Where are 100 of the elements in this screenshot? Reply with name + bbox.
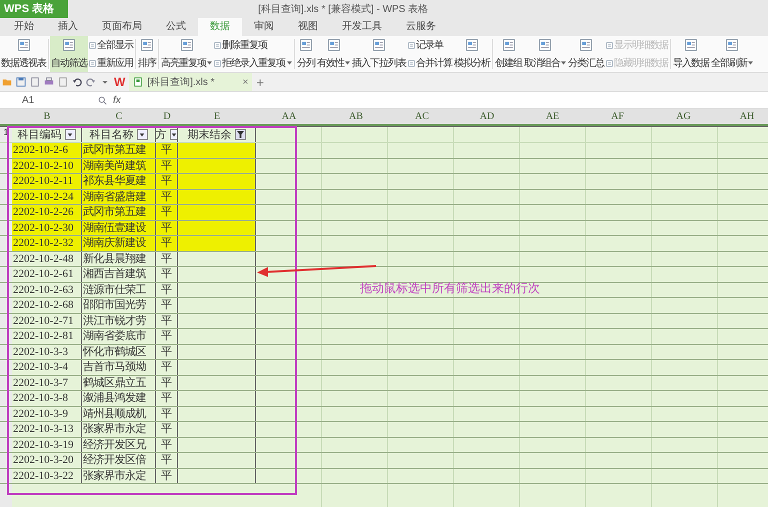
filter-button[interactable] <box>64 129 76 140</box>
list-icon <box>89 60 96 66</box>
document-icon[interactable] <box>30 77 40 87</box>
undo-icon[interactable] <box>72 77 82 87</box>
table-cell: 平 <box>156 438 178 452</box>
filter-button[interactable] <box>234 129 246 140</box>
caret-icon <box>139 132 145 138</box>
column-header[interactable]: D <box>156 109 178 124</box>
menu-tab[interactable]: 插入 <box>46 18 90 36</box>
table-cell: 张家界市永定 <box>82 468 156 483</box>
table-cell: 平 <box>156 236 178 250</box>
list-icon <box>606 42 613 48</box>
menu-tab[interactable]: 公式 <box>154 18 198 36</box>
table-cell: 2202-10-3-3 <box>12 344 82 359</box>
ribbon-button[interactable]: 数据透视表 <box>0 36 47 72</box>
table-cell: 2202-10-2-30 <box>12 220 82 235</box>
printer-icon[interactable] <box>44 77 54 87</box>
table-cell: 平 <box>156 174 178 188</box>
menu-tab[interactable]: 审阅 <box>242 18 286 36</box>
table-cell: 平 <box>156 453 178 468</box>
table-cell: 2202-10-2-81 <box>12 329 82 344</box>
menu-tab[interactable]: 云服务 <box>394 18 448 36</box>
ribbon-button[interactable]: 删除重复项 <box>213 38 293 52</box>
column-header[interactable]: E <box>178 109 256 124</box>
table-cell: 武冈市第五建 <box>82 143 156 158</box>
table-cell: 鹤城区鼎立五 <box>82 376 156 390</box>
column-header[interactable]: C <box>82 109 156 124</box>
table-cell: 湘西吉首建筑 <box>82 267 156 282</box>
filter-button[interactable] <box>170 129 177 140</box>
table-cell: 2202-10-2-61 <box>12 267 82 282</box>
column-header[interactable]: AG <box>650 109 717 124</box>
table-cell: 平 <box>156 344 178 359</box>
ribbon-button[interactable]: 创建组 <box>494 36 523 72</box>
column-header[interactable]: AH <box>717 109 768 124</box>
ribbon-button[interactable]: 取消组合 <box>523 36 567 72</box>
table-cell: 湖南庆新建设 <box>82 236 156 250</box>
table-cell: 2202-10-3-19 <box>12 438 82 452</box>
ribbon-button[interactable]: 高亮重复项 <box>160 36 213 72</box>
column-header[interactable]: AE <box>520 109 585 124</box>
column-header[interactable]: B <box>12 109 82 124</box>
caret-icon <box>287 61 292 65</box>
ribbon-button[interactable]: 记录单 <box>407 38 453 52</box>
column-header[interactable]: AC <box>390 109 454 124</box>
annotation-text: 拖动鼠标选中所有筛选出来的行次 <box>360 280 540 297</box>
menu-tab[interactable]: 视图 <box>286 18 330 36</box>
caret-icon <box>561 61 566 65</box>
table-cell: 平 <box>156 298 178 312</box>
table-cell: 邵阳市国光劳 <box>82 298 156 312</box>
menu-tab[interactable]: 开发工具 <box>330 18 394 36</box>
ribbon-button[interactable]: 重新应用 <box>88 56 134 70</box>
search-icon[interactable] <box>98 96 107 104</box>
ribbon-button[interactable]: 模拟分析 <box>453 36 491 72</box>
caret-icon <box>170 132 176 138</box>
table-cell: 涟源市仕荣工 <box>82 282 156 297</box>
menu-tab[interactable]: 数据 <box>198 18 242 36</box>
new-tab-button[interactable]: + <box>256 74 264 90</box>
ribbon-button[interactable]: 拒绝录入重复项 <box>213 56 293 70</box>
ribbon-button[interactable]: 插入下拉列表 <box>351 36 407 72</box>
save-icon[interactable] <box>16 77 26 87</box>
filter-button[interactable] <box>136 129 148 140</box>
list-icon <box>89 42 96 48</box>
app-logo[interactable]: W <box>114 75 126 89</box>
table-cell: 2202-10-3-22 <box>12 468 82 483</box>
ribbon-button[interactable]: 分列 <box>296 36 316 72</box>
column-header[interactable]: AB <box>322 109 390 124</box>
ribbon-button[interactable]: 有效性 <box>316 36 351 72</box>
ribbon-button[interactable]: 导入数据 <box>672 36 710 72</box>
list-icon <box>408 60 415 66</box>
table-cell: 湖南美尚建筑 <box>82 158 156 173</box>
table-cell: 2202-10-2-63 <box>12 282 82 297</box>
redo-icon[interactable] <box>86 77 96 87</box>
table-cell: 平 <box>156 282 178 297</box>
ribbon-button[interactable]: 自动筛选 <box>50 36 88 72</box>
spreadsheet-icon <box>133 77 144 87</box>
list-icon <box>214 42 221 48</box>
table-cell: 2202-10-2-6 <box>12 143 82 158</box>
function-button[interactable]: fx <box>113 94 121 106</box>
close-button[interactable]: × <box>242 76 248 88</box>
menu-tab[interactable]: 页面布局 <box>90 18 154 36</box>
document-tab[interactable]: [科目查询].xls * × <box>129 73 252 91</box>
ribbon-button[interactable]: 全部显示 <box>88 38 134 52</box>
table-cell: 2202-10-3-4 <box>12 360 82 374</box>
table-cell: 平 <box>156 422 178 436</box>
ribbon-button[interactable]: 全部刷新 <box>710 36 754 72</box>
table-cell: 平 <box>156 220 178 235</box>
ribbon-button[interactable]: 分类汇总 <box>567 36 605 72</box>
table-cell: 平 <box>156 143 178 158</box>
table-cell: 经济开发区兄 <box>82 438 156 452</box>
table-cell: 2202-10-2-48 <box>12 252 82 266</box>
ribbon-button[interactable]: 合并计算 <box>407 56 453 70</box>
name-box[interactable]: A1 <box>0 94 86 106</box>
table-cell: 2202-10-2-71 <box>12 314 82 328</box>
ribbon-button[interactable]: 排序 <box>137 36 157 72</box>
caret-icon <box>207 61 212 65</box>
menu-tab[interactable]: 开始 <box>2 18 46 36</box>
table-cell: 2202-10-2-26 <box>12 205 82 220</box>
column-header[interactable]: AA <box>256 109 322 124</box>
column-header[interactable]: AF <box>585 109 650 124</box>
table-cell: 洪江市锐才劳 <box>82 314 156 328</box>
column-header[interactable]: AD <box>454 109 520 124</box>
